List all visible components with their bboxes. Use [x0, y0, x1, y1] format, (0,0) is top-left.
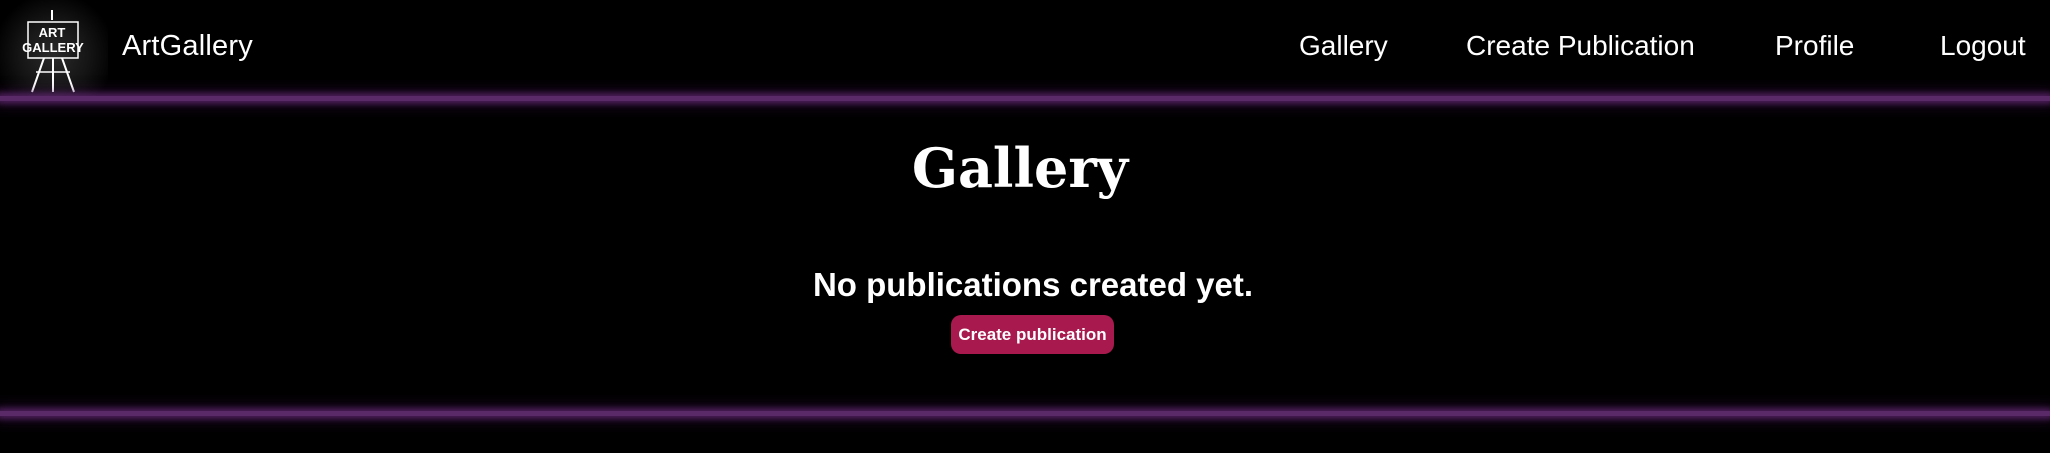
- easel-icon: ART GALLERY: [22, 10, 84, 93]
- logo[interactable]: ART GALLERY: [0, 0, 108, 100]
- footer-divider: [0, 411, 2050, 416]
- header-divider: [0, 96, 2050, 101]
- nav-profile[interactable]: Profile: [1775, 30, 1854, 62]
- empty-state-message: No publications created yet.: [812, 266, 1254, 303]
- header: ART GALLERY ArtGallery Gallery Create Pu…: [0, 0, 2050, 100]
- nav-create-publication[interactable]: Create Publication: [1466, 30, 1695, 62]
- page-title: Gallery: [911, 136, 1129, 200]
- nav-gallery[interactable]: Gallery: [1299, 30, 1388, 62]
- page: ART GALLERY ArtGallery Gallery Create Pu…: [0, 0, 2050, 453]
- nav-logout[interactable]: Logout: [1940, 30, 2026, 62]
- logo-text-art: ART: [39, 25, 66, 40]
- brand-name[interactable]: ArtGallery: [122, 30, 253, 63]
- create-publication-button[interactable]: Create publication: [951, 315, 1114, 354]
- logo-text-gallery: GALLERY: [22, 40, 84, 55]
